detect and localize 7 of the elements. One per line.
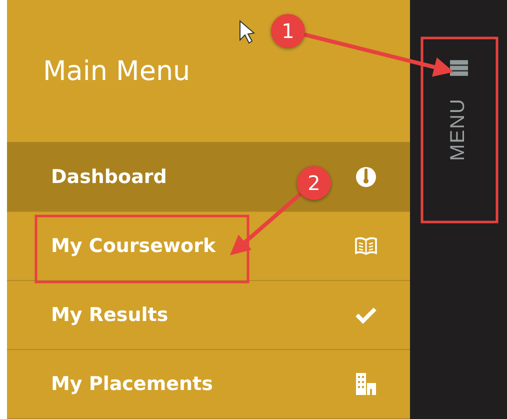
menu-item[interactable]: My Placements bbox=[7, 350, 410, 419]
cursor-icon bbox=[240, 20, 256, 44]
building-icon bbox=[354, 372, 378, 396]
menu-toggle-button[interactable]: MENU bbox=[441, 58, 476, 163]
gauge-icon bbox=[354, 164, 378, 188]
menu-icon bbox=[450, 60, 468, 76]
sidebar-title: Main Menu bbox=[43, 56, 190, 86]
